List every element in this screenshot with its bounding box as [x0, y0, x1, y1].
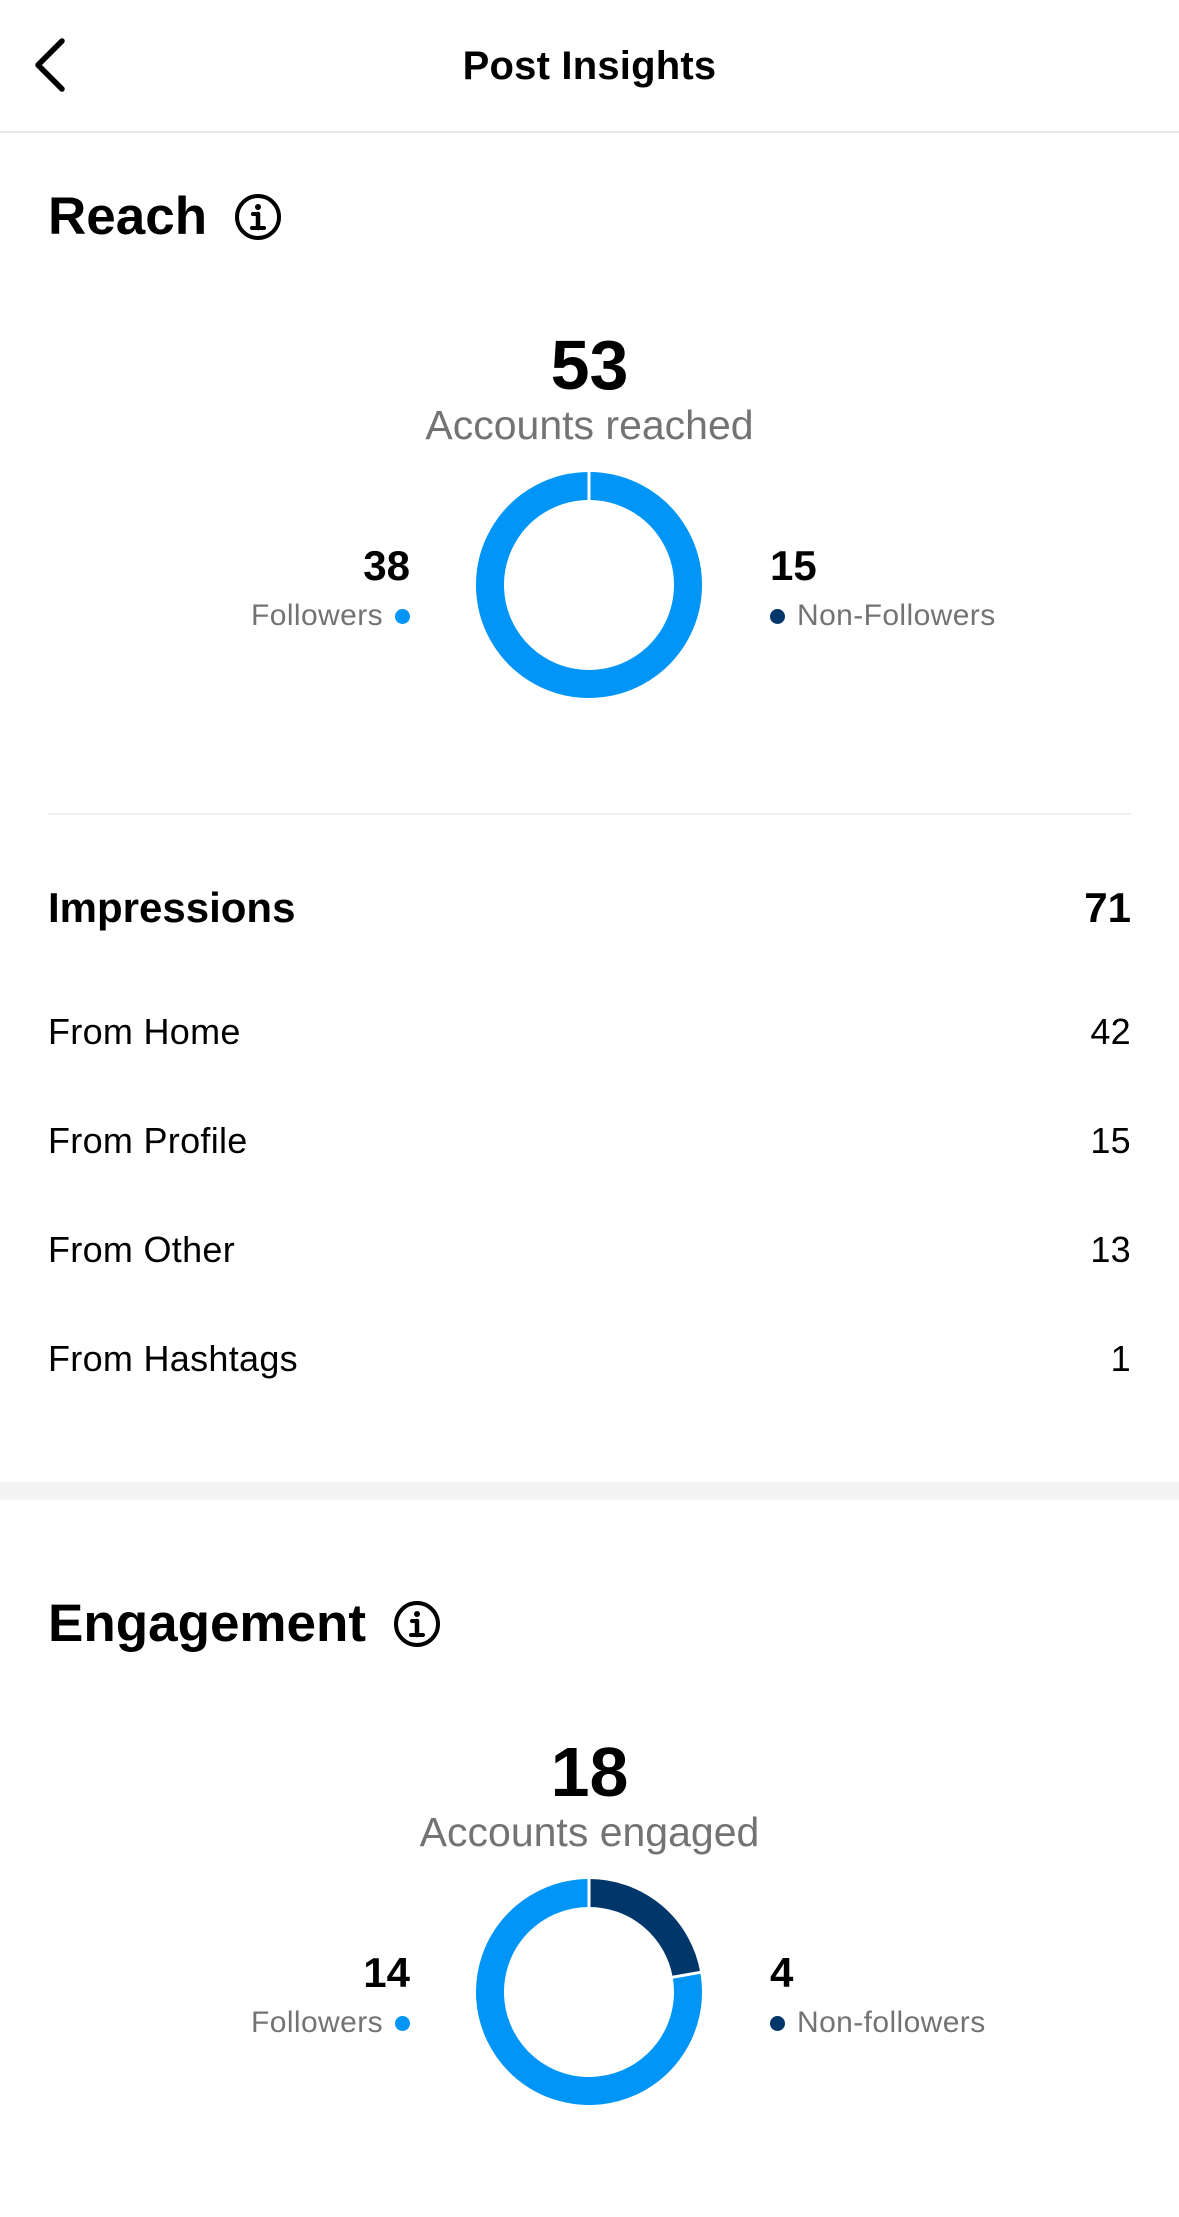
- breakdown-value: 13: [1090, 1229, 1131, 1270]
- breakdown-label: From Other: [48, 1229, 236, 1270]
- impressions-label: Impressions: [48, 884, 296, 931]
- engagement-total-label: Accounts engaged: [419, 1809, 760, 1855]
- breakdown-label: From Profile: [48, 1120, 248, 1161]
- followers-legend-dot: [395, 2015, 410, 2031]
- impressions-breakdown-row: From Hashtags 1: [48, 1331, 1131, 1387]
- impressions-breakdown-row: From Home 42: [48, 1004, 1131, 1060]
- info-icon[interactable]: [233, 192, 283, 242]
- top-bar: Post Insights: [0, 0, 1179, 133]
- breakdown-label: From Hashtags: [48, 1338, 298, 1379]
- engagement-non-followers-count: 4: [770, 1949, 794, 1996]
- engagement-followers-label: Followers: [251, 2006, 383, 2039]
- engagement-non-followers-label: Non-followers: [797, 2006, 986, 2039]
- engagement-donut-chart: [476, 1879, 702, 2105]
- section-separator: [0, 1482, 1179, 1500]
- impressions-value: 71: [1084, 884, 1131, 931]
- reach-followers: 38 Followers: [50, 545, 410, 633]
- reach-non-followers-count: 15: [770, 542, 817, 589]
- engagement-title-label: Engagement: [48, 1594, 367, 1653]
- followers-legend-dot: [395, 608, 410, 624]
- engagement-total: 18: [550, 1733, 629, 1811]
- reach-non-followers: 15 Non-Followers: [770, 545, 1130, 633]
- impressions-breakdown-row: From Profile 15: [48, 1113, 1131, 1169]
- breakdown-label: From Home: [48, 1011, 241, 1052]
- non-followers-legend-dot: [770, 608, 785, 624]
- breakdown-value: 1: [1110, 1338, 1131, 1379]
- reach-followers-label: Followers: [251, 599, 383, 632]
- reach-total: 53: [550, 326, 629, 404]
- reach-section-title: Reach: [48, 186, 283, 247]
- reach-title-label: Reach: [48, 187, 208, 246]
- breakdown-value: 42: [1090, 1011, 1131, 1052]
- engagement-non-followers-segment: [588, 1879, 701, 1978]
- engagement-section-title: Engagement: [48, 1593, 442, 1654]
- impressions-breakdown-row: From Other 13: [48, 1222, 1131, 1278]
- reach-total-label: Accounts reached: [425, 402, 754, 448]
- non-followers-legend-dot: [770, 2015, 785, 2031]
- impressions-row: Impressions 71: [48, 880, 1131, 936]
- section-divider: [48, 813, 1131, 815]
- reach-donut-chart: [476, 472, 702, 698]
- reach-followers-count: 38: [363, 542, 410, 589]
- engagement-followers-count: 14: [363, 1949, 410, 1996]
- reach-non-followers-label: Non-Followers: [797, 599, 996, 632]
- engagement-non-followers: 4 Non-followers: [770, 1952, 1130, 2040]
- info-icon[interactable]: [392, 1599, 442, 1649]
- page-title: Post Insights: [462, 44, 717, 88]
- engagement-followers: 14 Followers: [50, 1952, 410, 2040]
- breakdown-value: 15: [1090, 1120, 1131, 1161]
- reach-followers-segment: [476, 472, 702, 698]
